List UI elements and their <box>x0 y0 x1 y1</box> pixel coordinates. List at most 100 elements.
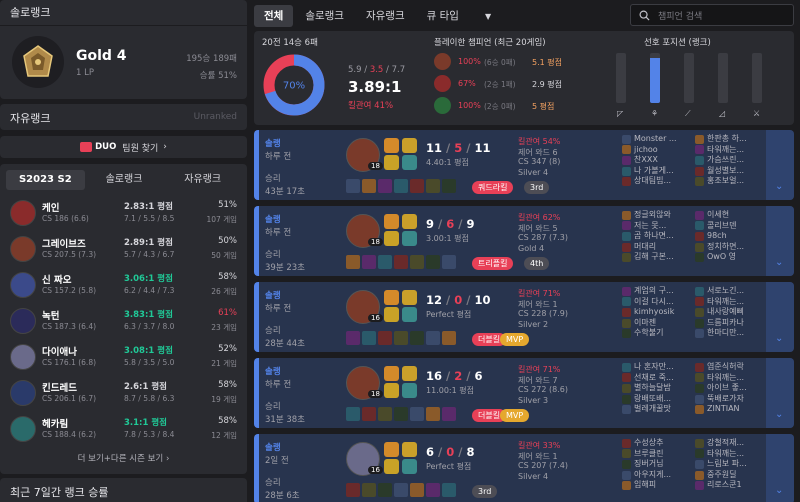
team-list: 정글외않와 저는 못... 곰 하나면... 머대리 김해 구본... <box>622 210 692 263</box>
team-player[interactable]: 나 가볼게... <box>622 166 692 177</box>
team-player[interactable]: 브루클린 <box>622 449 692 460</box>
match-card[interactable]: 솔랭 2일 전 승리 28분 6초 16 6 / 0 / 8 Perfect 평점 킬관여 3… <box>254 434 794 502</box>
team-player[interactable]: 느림보 파... <box>695 459 765 470</box>
champion-row[interactable]: 녹턴 CS 187.3 (6.4) 3.83:1 평점 6.3 / 3.7 / 8.0… <box>0 304 247 340</box>
team-player[interactable]: 정글외않와 <box>622 210 692 221</box>
team-player[interactable]: 리로스쿤1 <box>695 480 765 491</box>
team-player[interactable]: 한마디만... <box>695 328 765 339</box>
expand-match-button[interactable]: ⌄ <box>766 434 794 502</box>
team-player[interactable]: 징버거님 <box>622 459 692 470</box>
player-name: 한마디만... <box>707 328 745 338</box>
champion-row[interactable]: 그레이브즈 CS 207.5 (7.3) 2.89:1 평점 5.7 / 4.3 / … <box>0 232 247 268</box>
team-player[interactable]: 이걸 다시... <box>622 297 692 308</box>
item-icon <box>426 179 440 193</box>
player-name: 내사랑예삐 <box>707 307 744 317</box>
champion-row[interactable]: 케인 CS 186 (6.6) 2.83:1 평점 7.1 / 5.5 / 8.5 51… <box>0 196 247 232</box>
team-player[interactable]: 아우지게... <box>622 470 692 481</box>
item-icon <box>442 407 456 421</box>
team-player[interactable]: 나 혼자만... <box>622 362 692 373</box>
team-player[interactable]: 타워깨는... <box>695 297 765 308</box>
champion-stats-card: S2023 S2 솔로랭크 자유랭크 케인 CS 186 (6.6) 2.83:1 … <box>0 164 247 474</box>
champion-row[interactable]: 헤카림 CS 188.4 (6.2) 3.1:1 평점 7.8 / 5.3 / 8.4… <box>0 412 247 448</box>
champion-search-input[interactable]: 챔피언 검색 <box>630 4 794 26</box>
team-player[interactable]: 머대리 <box>622 242 692 253</box>
team-player[interactable]: 98ch <box>695 231 765 242</box>
team-player[interactable]: ZINTIAN <box>695 404 765 415</box>
champion-kda: 2.83:1 평점 <box>124 202 173 212</box>
team-player[interactable]: 찬XXX <box>622 155 692 166</box>
team-player[interactable]: 임해피 <box>622 480 692 491</box>
team-player[interactable]: 강철적재... <box>695 438 765 449</box>
team-player[interactable]: 수성상추 <box>622 438 692 449</box>
team-player[interactable]: 계엄의 구... <box>622 286 692 297</box>
team-player[interactable]: 중주원딜 <box>695 470 765 481</box>
tab-solo[interactable]: 솔로랭크 <box>85 170 164 190</box>
tab-season[interactable]: S2023 S2 <box>6 170 85 190</box>
team-player[interactable]: jichoo <box>622 145 692 156</box>
team-player[interactable]: 정치하면... <box>695 242 765 253</box>
team-player[interactable]: 드름피카나 <box>695 318 765 329</box>
tab-flex[interactable]: 자유랭크 <box>163 170 242 190</box>
team-player[interactable]: 뚝배로가자 <box>695 394 765 405</box>
more-seasons-button[interactable]: 더 보기+다른 시즌 보기 › <box>0 452 247 464</box>
recent-7days-card: 최근 7일간 랭크 승률 <box>0 478 247 502</box>
team-player[interactable]: 저는 못... <box>622 221 692 232</box>
expand-match-button[interactable]: ⌄ <box>766 206 794 276</box>
expand-match-button[interactable]: ⌄ <box>766 358 794 428</box>
expand-match-button[interactable]: ⌄ <box>766 130 794 200</box>
player-name: 콜리브덴 <box>707 220 737 230</box>
match-card[interactable]: 솔랭 하루 전 승리 39분 23초 18 9 / 6 / 9 3.00:1 평점 킬관여 6… <box>254 206 794 276</box>
team-player[interactable]: 수학불기 <box>622 328 692 339</box>
match-card[interactable]: 솔랭 하루 전 승리 43분 17초 18 11 / 5 / 11 4.40:1 평점 킬관여… <box>254 130 794 200</box>
team-player[interactable]: 김해 구본... <box>622 252 692 263</box>
team-player[interactable]: 월성별보... <box>695 166 765 177</box>
team-player[interactable]: 선채로 죽... <box>622 373 692 384</box>
team-player[interactable]: 가슴쓰린... <box>695 155 765 166</box>
item-icon <box>362 179 376 193</box>
expand-match-button[interactable]: ⌄ <box>766 282 794 352</box>
match-card[interactable]: 솔랭 하루 전 승리 31분 38초 18 16 / 2 / 6 11.00:1 평점 킬관여… <box>254 358 794 428</box>
champion-row[interactable]: 킨드레드 CS 206.1 (6.7) 2.6:1 평점 8.7 / 5.8 / 6.… <box>0 376 247 412</box>
team-player[interactable]: Monster ... <box>622 134 692 145</box>
team-player[interactable]: 곰 하나면... <box>622 231 692 242</box>
match-kills: 6 <box>426 445 435 459</box>
champion-level: 18 <box>368 238 383 246</box>
team-player[interactable]: 타워깨는... <box>695 145 765 156</box>
team-player[interactable]: 이마젠 <box>622 318 692 329</box>
team-player[interactable]: 아이브 좋... <box>695 383 765 394</box>
champion-portrait-icon <box>695 383 704 393</box>
team-player[interactable]: 상대팀빕... <box>622 176 692 187</box>
team-player[interactable]: 염준식허락 <box>695 362 765 373</box>
tab-solo-rank[interactable]: 솔로랭크 <box>295 5 354 27</box>
win-indicator <box>254 358 259 428</box>
match-ago: 하루 전 <box>265 152 292 162</box>
tab-flex-rank[interactable]: 자유랭크 <box>356 5 415 27</box>
team-player[interactable]: 이세현 <box>695 210 765 221</box>
item-icon <box>362 407 376 421</box>
team-player[interactable]: OwO 영 <box>695 252 765 263</box>
champion-row[interactable]: 신 짜오 CS 157.2 (5.8) 3.06:1 평점 6.2 / 4.4 / 7… <box>0 268 247 304</box>
champion-cs: CS 206.1 (6.7) <box>42 394 97 403</box>
tab-queue-type[interactable]: 큐 타입 ▼ <box>417 5 501 27</box>
more-seasons-label: 더 보기+다른 시즌 보기 <box>77 454 164 464</box>
match-card[interactable]: 솔랭 하루 전 승리 28분 44초 16 12 / 0 / 10 Perfect 평점 킬관… <box>254 282 794 352</box>
tab-all[interactable]: 전체 <box>254 5 294 27</box>
team-player[interactable]: 홍조보얼... <box>695 176 765 187</box>
team-player[interactable]: 타워깨는... <box>695 449 765 460</box>
team-player[interactable]: kimhyosik <box>622 307 692 318</box>
champion-name: 녹턴 <box>42 311 60 322</box>
team-player[interactable]: 한판총 하... <box>695 134 765 145</box>
team-player[interactable]: 별하늘달밤 <box>622 383 692 394</box>
champion-portrait-icon <box>695 166 704 176</box>
team-player[interactable]: 타워깨는... <box>695 373 765 384</box>
team-player[interactable]: 벌레개꿀맛 <box>622 404 692 415</box>
champion-portrait-icon <box>10 272 36 298</box>
team-player[interactable]: 랑배또배... <box>622 394 692 405</box>
champion-row[interactable]: 다이애나 CS 176.1 (6.8) 3.08:1 평점 5.8 / 3.5 / 5… <box>0 340 247 376</box>
team-player[interactable]: 콜리브덴 <box>695 221 765 232</box>
team-player[interactable]: 내사랑예삐 <box>695 307 765 318</box>
champion-kda-detail: 7.1 / 5.5 / 8.5 <box>124 214 175 223</box>
player-name: 서로노긴... <box>707 286 745 295</box>
duo-finder-button[interactable]: DUO 팀원 찾기 › <box>0 136 247 158</box>
team-player[interactable]: 서로노긴... <box>695 286 765 297</box>
